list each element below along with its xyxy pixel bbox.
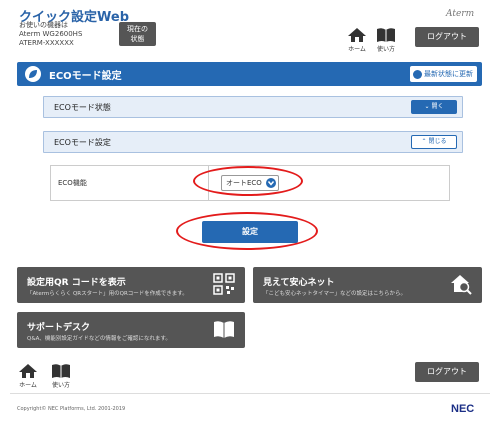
- qr-tile-title: 設定用QR コードを表示: [27, 278, 126, 288]
- refresh-button[interactable]: 最新状態に更新: [410, 66, 477, 82]
- eco-function-label: ECO機能: [58, 179, 87, 187]
- eco-status-section[interactable]: ECOモード状態 ⌄ 開く: [43, 96, 463, 118]
- footer-logout-button[interactable]: ログアウト: [415, 362, 479, 382]
- safe-net-tile[interactable]: 見えて安心ネット 「こども安心ネットタイマー」などの設定はこちらから。: [253, 267, 482, 303]
- copyright: Copyright© NEC Platforms, Ltd. 2001-2019: [17, 406, 126, 412]
- home-icon: [19, 364, 37, 378]
- open-button[interactable]: ⌄ 開く: [411, 100, 457, 114]
- book-icon: [377, 28, 395, 42]
- support-tile-description: Q&A、機能別設定ガイドなどの情報をご確認になれます。: [27, 336, 171, 342]
- aterm-logo: Aterm: [446, 9, 475, 19]
- nec-logo: NEC: [451, 403, 475, 415]
- submit-button[interactable]: 設定: [202, 221, 298, 243]
- book-icon: [214, 321, 234, 338]
- logout-button[interactable]: ログアウト: [415, 27, 479, 47]
- home-label: ホーム: [348, 46, 366, 53]
- book-icon: [52, 364, 70, 378]
- device-name: ATERM-XXXXXX: [19, 39, 74, 47]
- house-search-icon: [451, 275, 472, 295]
- footer-help-nav[interactable]: 使い方: [50, 363, 72, 389]
- eco-function-row: ECO機能 オートECO: [50, 165, 450, 201]
- status-button-line2: 状態: [130, 35, 145, 43]
- help-nav[interactable]: 使い方: [375, 27, 397, 53]
- eco-mode-title: ECOモード設定: [49, 71, 122, 82]
- chevron-down-icon: ⌄: [424, 103, 430, 110]
- chevron-up-icon: ⌃: [421, 138, 427, 145]
- leaf-icon: [25, 66, 41, 82]
- qr-tile-description: 「Atermらくらく QRスタート」用のQRコードを作成できます。: [27, 291, 188, 297]
- qr-code-icon: [213, 273, 235, 295]
- eco-status-title: ECOモード状態: [54, 103, 111, 112]
- support-tile-title: サポートデスク: [27, 323, 91, 333]
- header: クイック設定Web お使いの機器は Aterm WG2600HS ATERM-X…: [0, 0, 500, 56]
- qr-code-tile[interactable]: 設定用QR コードを表示 「Atermらくらく QRスタート」用のQRコードを作…: [17, 267, 245, 303]
- open-label: 開く: [431, 103, 444, 110]
- home-nav[interactable]: ホーム: [346, 27, 368, 53]
- footer-home-label: ホーム: [19, 382, 37, 389]
- eco-settings-title: ECOモード設定: [54, 138, 111, 147]
- close-button[interactable]: ⌃ 閉じる: [411, 135, 457, 149]
- refresh-icon: [413, 69, 422, 79]
- eco-function-select[interactable]: オートECO: [221, 175, 279, 191]
- eco-settings-section[interactable]: ECOモード設定 ⌃ 閉じる: [43, 131, 463, 153]
- support-desk-tile[interactable]: サポートデスク Q&A、機能別設定ガイドなどの情報をご確認になれます。: [17, 312, 245, 348]
- safe-net-tile-title: 見えて安心ネット: [263, 278, 335, 288]
- refresh-label: 最新状態に更新: [424, 70, 473, 78]
- footer-home-nav[interactable]: ホーム: [17, 363, 39, 389]
- current-status-button[interactable]: 現在の 状態: [119, 22, 156, 46]
- help-label: 使い方: [376, 46, 395, 53]
- eco-function-value: オートECO: [226, 179, 262, 187]
- eco-mode-header: ECOモード設定 最新状態に更新: [17, 62, 482, 86]
- row-divider: [208, 166, 209, 200]
- status-button-line1: 現在の: [127, 25, 148, 33]
- device-info-line: お使いの機器は: [19, 21, 68, 29]
- footer-help-label: 使い方: [51, 382, 70, 389]
- device-info: お使いの機器は Aterm WG2600HS ATERM-XXXXXX: [19, 21, 82, 48]
- home-icon: [348, 28, 366, 42]
- safe-net-tile-description: 「こども安心ネットタイマー」などの設定はこちらから。: [263, 291, 407, 297]
- device-model: Aterm WG2600HS: [19, 30, 83, 38]
- chevron-down-icon: [266, 178, 276, 188]
- close-label: 閉じる: [428, 138, 447, 145]
- footer-divider: [10, 393, 490, 394]
